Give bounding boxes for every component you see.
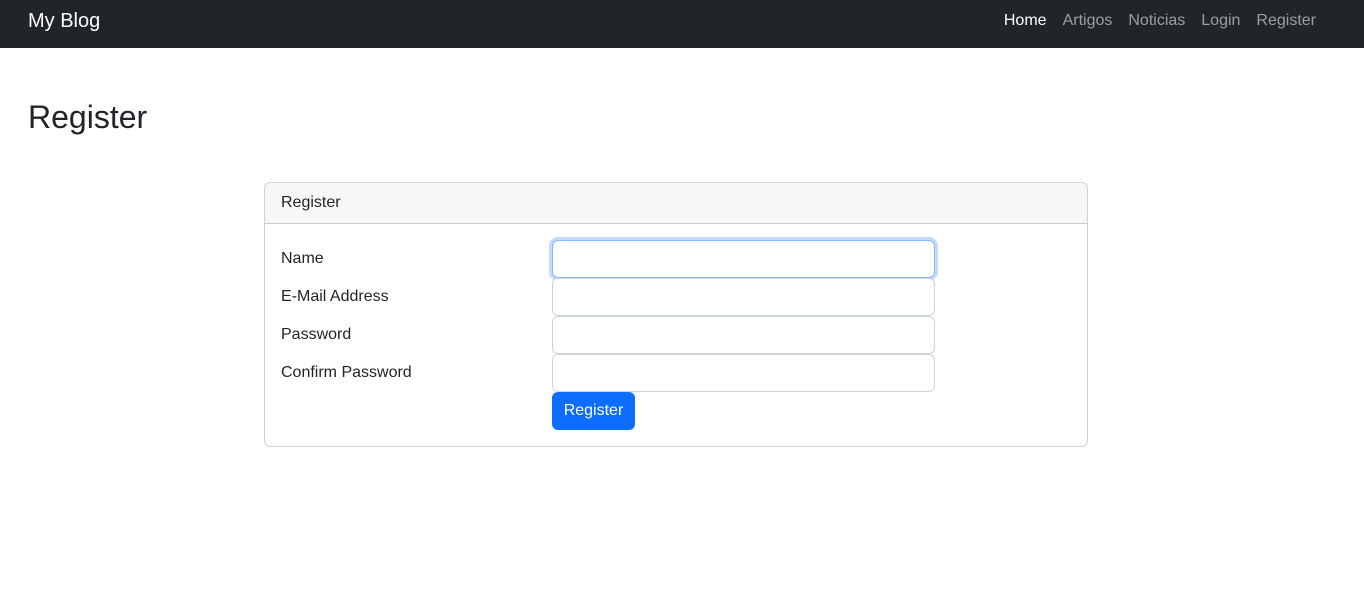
register-submit-button[interactable]: Register [552, 392, 635, 430]
form-row-password: Password [265, 316, 1087, 354]
nav-link-home[interactable]: Home [1004, 13, 1047, 29]
nav-links: Home Artigos Noticias Login Register [988, 13, 1316, 29]
card-body: Name E-Mail Address Password Confirm Pas… [265, 224, 1087, 446]
nav-link-noticias[interactable]: Noticias [1128, 13, 1185, 29]
page-title: Register [28, 99, 148, 135]
form-row-name: Name [265, 240, 1087, 278]
top-navbar: My Blog Home Artigos Noticias Login Regi… [0, 0, 1364, 48]
confirm-password-label: Confirm Password [281, 364, 412, 381]
form-row-confirm-password: Confirm Password [265, 354, 1087, 392]
nav-link-register[interactable]: Register [1256, 13, 1316, 29]
name-input[interactable] [552, 240, 935, 278]
nav-link-login[interactable]: Login [1201, 13, 1240, 29]
nav-link-artigos[interactable]: Artigos [1063, 13, 1113, 29]
email-label: E-Mail Address [281, 288, 389, 305]
form-row-email: E-Mail Address [265, 278, 1087, 316]
password-input[interactable] [552, 316, 935, 354]
password-label: Password [281, 326, 352, 343]
confirm-password-input[interactable] [552, 354, 935, 392]
name-label: Name [281, 250, 324, 267]
email-input[interactable] [552, 278, 935, 316]
brand-link[interactable]: My Blog [28, 11, 100, 31]
card-header: Register [265, 183, 1087, 224]
register-card: Register Name E-Mail Address Password Co… [264, 182, 1088, 447]
